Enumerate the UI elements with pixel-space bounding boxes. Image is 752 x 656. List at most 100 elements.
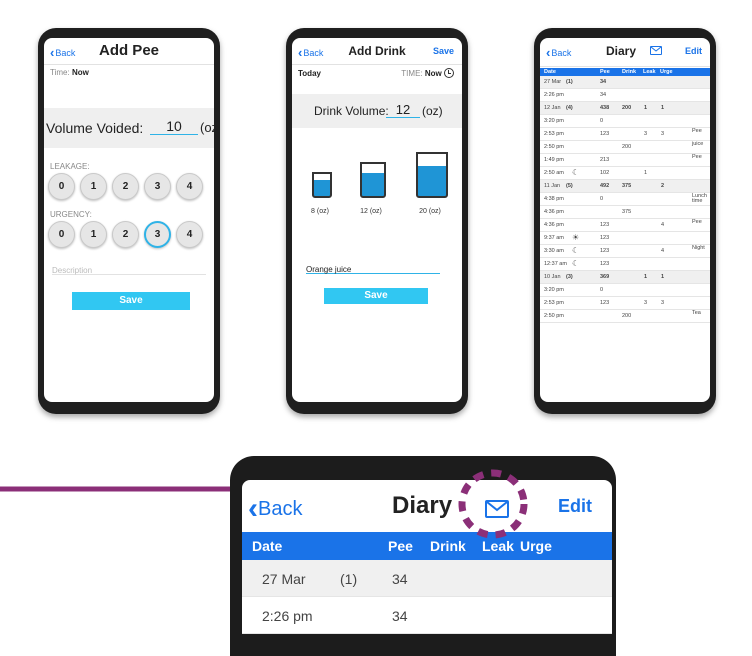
volume-input[interactable]: 10 [150,118,198,135]
description-field[interactable]: Description [52,260,206,275]
leakage-option-1[interactable]: 1 [80,173,107,200]
time-row[interactable]: TIME: Now [401,68,454,78]
cell-leak: 3 [644,131,648,137]
urgency-option-3[interactable]: 3 [144,221,171,248]
cell-date: 2:50 am [544,170,564,176]
table-row[interactable]: 3:20 pm 0 [540,284,710,297]
add-drink-header: ‹Back Add Drink Save [292,38,462,65]
save-button[interactable]: Save [72,292,190,310]
column-header-drink: Drink [622,69,637,75]
edit-button[interactable]: Edit [685,46,702,56]
table-row[interactable]: 2:53 pm 123 3 3 [540,297,710,310]
leakage-option-0[interactable]: 0 [48,173,75,200]
urgency-label: URGENCY: [50,210,92,219]
cell-drink: 200 [622,105,632,111]
cell-date: 27 Mar [262,571,306,587]
phone-add-pee: ‹Back Add Pee Time: Now Volume Voided: 1… [38,28,220,414]
cell-drink: 200 [622,144,632,150]
leakage-label: LEAKAGE: [50,162,90,171]
column-header-pee: Pee [388,538,413,554]
urgency-options: 01234 [48,221,208,248]
volume-row: Volume Voided: 10 (oz) [44,108,214,148]
cell-pee: 34 [392,608,408,624]
cell-pee: 123 [600,222,610,228]
cell-date: 10 Jan [544,274,561,280]
table-row[interactable]: 27 Mar (1) 34 [242,560,612,597]
table-row[interactable]: 4:36 pm 375 [540,206,710,219]
cell-date: 12 Jan [544,105,561,111]
table-row[interactable]: 2:53 pm 123 3 3 Pee [540,128,710,141]
table-row[interactable]: 2:50 pm 200 juice [540,141,710,154]
moon-icon: ☾ [572,168,580,177]
table-row[interactable]: 9:37 am 123 ☀ [540,232,710,245]
cup-20oz[interactable] [416,152,448,198]
table-row[interactable]: 3:20 pm 0 [540,115,710,128]
email-highlight-ring [458,469,528,539]
cell-leak: 1 [644,105,648,111]
urgency-option-4[interactable]: 4 [176,221,203,248]
urgency-option-2[interactable]: 2 [112,221,139,248]
column-header-leak: Leak [643,69,656,75]
cell-pee: 492 [600,183,610,189]
table-row[interactable]: 12 Jan (4) 438 200 1 1 [540,102,710,115]
volume-row: Drink Volume: 12 (oz) [292,94,462,128]
chevron-left-icon: ‹ [248,492,258,525]
column-header-pee: Pee [600,69,610,75]
table-row[interactable]: 4:36 pm 123 4 Pee [540,219,710,232]
cell-date: 4:38 pm [544,196,564,202]
table-row[interactable]: 10 Jan (3) 369 1 1 [540,271,710,284]
page-title: Diary [392,492,453,519]
table-row[interactable]: 3:30 am 123 4 Night ☾ [540,245,710,258]
table-row[interactable]: 2:26 pm 34 [242,597,612,634]
column-header-urge: Urge [660,69,673,75]
urgency-option-0[interactable]: 0 [48,221,75,248]
table-row[interactable]: 2:26 pm 34 [540,89,710,102]
clock-icon [444,68,454,78]
sunrise-icon: ☀ [572,233,580,242]
time-row[interactable]: Time: Now [50,68,89,77]
cell-count: (5) [566,183,573,189]
leakage-option-2[interactable]: 2 [112,173,139,200]
cell-pee: 123 [600,261,610,267]
phone-diary: ‹Back Diary Edit Date Pee Drink Leak Urge 27… [534,28,716,414]
back-button[interactable]: ‹Back [248,492,302,526]
cell-date: 2:26 pm [544,92,564,98]
cup-label-8oz: 8 (oz) [311,208,329,215]
cell-count: (3) [566,274,573,280]
table-row[interactable]: 12:37 am 123 ☾ [540,258,710,271]
add-pee-screen: ‹Back Add Pee Time: Now Volume Voided: 1… [44,38,214,402]
email-icon[interactable] [650,46,662,55]
cup-12oz[interactable] [360,162,386,198]
table-row[interactable]: 1:49 pm 213 Pee [540,154,710,167]
description-field[interactable]: Orange juice [306,259,440,274]
table-row[interactable]: 2:50 pm 200 Tea [540,310,710,323]
phone-add-drink: ‹Back Add Drink Save Today TIME: Now Dri… [286,28,468,414]
cell-leak: 3 [644,300,648,306]
cell-drink: 375 [622,209,632,215]
table-row[interactable]: 11 Jan (5) 492 375 2 [540,180,710,193]
cell-pee: 123 [600,248,610,254]
cell-date: 3:20 pm [544,118,564,124]
diary-table: 27 Mar (1) 34 2:26 pm 34 12 Jan (4) 438 200 1 1 3:2… [540,76,710,323]
cup-8oz[interactable] [312,172,332,198]
save-top-button[interactable]: Save [433,46,454,56]
cell-urge: 2 [661,183,665,189]
table-row[interactable]: 27 Mar (1) 34 [540,76,710,89]
column-header-date: Date [252,538,283,554]
zoomed-column-header: Date Pee Drink Leak Urge [242,532,612,560]
cell-date: 2:53 pm [544,300,564,306]
table-row[interactable]: 2:50 am 102 1 ☾ [540,167,710,180]
save-button[interactable]: Save [324,288,428,304]
leakage-option-4[interactable]: 4 [176,173,203,200]
leakage-option-3[interactable]: 3 [144,173,171,200]
table-row[interactable]: 4:38 pm 0 Lunch time [540,193,710,206]
cell-count: (4) [566,105,573,111]
edit-button[interactable]: Edit [558,496,592,517]
urgency-option-1[interactable]: 1 [80,221,107,248]
volume-input[interactable]: 12 [386,102,420,118]
cell-pee: 213 [600,157,610,163]
column-header-date: Date [544,69,556,75]
diary-header: ‹Back Diary Edit [540,38,710,67]
cell-count: (1) [340,571,358,587]
moon-icon: ☾ [572,246,580,255]
